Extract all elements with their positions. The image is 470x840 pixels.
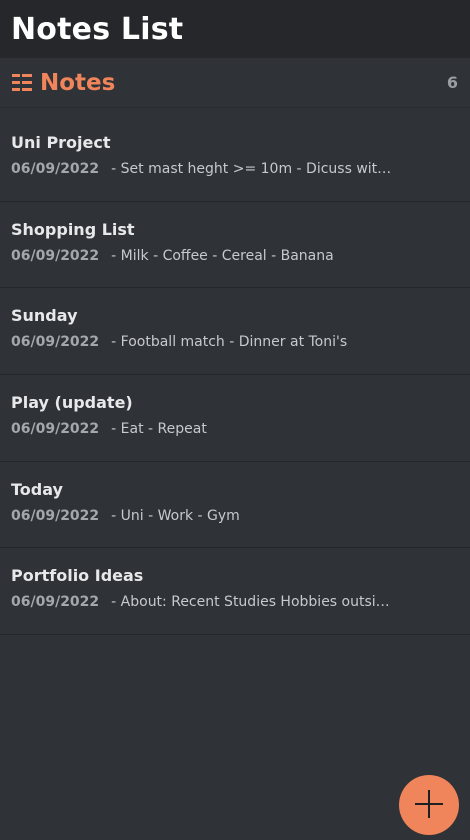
note-preview: - Football match - Dinner at Toni's (111, 334, 348, 351)
notes-list: Uni Project 06/09/2022 - Set mast heght … (0, 115, 470, 636)
note-date: 06/09/2022 (11, 421, 100, 438)
note-title: Today (11, 479, 63, 499)
notes-section-header: Notes 6 (0, 58, 470, 108)
top-bar: Notes List (0, 0, 470, 58)
page-title: Notes List (11, 11, 184, 47)
note-meta: 06/09/2022 - Uni - Work - Gym (11, 507, 459, 525)
note-item[interactable]: Play (update) 06/09/2022 - Eat - Repeat (0, 375, 470, 462)
note-preview: - Milk - Coffee - Cereal - Banana (111, 247, 334, 264)
note-date: 06/09/2022 (11, 507, 100, 524)
note-title: Play (update) (11, 393, 133, 413)
note-title: Uni Project (11, 133, 111, 152)
note-item[interactable]: Shopping List 06/09/2022 - Milk - Coffee… (0, 202, 470, 289)
note-preview: - Uni - Work - Gym (111, 507, 240, 524)
note-meta: 06/09/2022 - About: Recent Studies Hobbi… (11, 593, 459, 611)
note-title: Shopping List (11, 219, 135, 239)
note-item[interactable]: Sunday 06/09/2022 - Football match - Din… (0, 288, 470, 376)
note-preview: - About: Recent Studies Hobbies outsid..… (111, 594, 392, 611)
section-title: Notes (40, 69, 116, 96)
note-meta: 06/09/2022 - Milk - Coffee - Cereal - Ba… (11, 247, 459, 265)
note-meta: 06/09/2022 - Set mast heght >= 10m - Dic… (11, 160, 459, 178)
list-icon (11, 73, 33, 93)
app-screen: Notes List Notes 6 Uni Project 06/09/202… (0, 0, 470, 840)
note-item[interactable]: Today 06/09/2022 - Uni - Work - Gym (0, 462, 470, 549)
note-meta: 06/09/2022 - Eat - Repeat (11, 420, 459, 438)
note-date: 06/09/2022 (11, 247, 100, 264)
note-date: 06/09/2022 (11, 594, 100, 611)
notes-count: 6 (446, 73, 458, 92)
add-note-button[interactable] (399, 775, 459, 835)
plus-icon (414, 789, 444, 822)
note-meta: 06/09/2022 - Football match - Dinner at … (11, 333, 459, 351)
note-item[interactable]: Uni Project 06/09/2022 - Set mast heght … (0, 115, 470, 202)
note-preview: - Eat - Repeat (111, 421, 207, 438)
note-date: 06/09/2022 (11, 161, 100, 177)
note-title: Sunday (11, 306, 78, 326)
note-preview: - Set mast heght >= 10m - Dicuss with Da… (111, 161, 391, 177)
note-date: 06/09/2022 (11, 334, 100, 351)
note-title: Portfolio Ideas (11, 566, 144, 586)
note-item[interactable]: Portfolio Ideas 06/09/2022 - About: Rece… (0, 548, 470, 636)
